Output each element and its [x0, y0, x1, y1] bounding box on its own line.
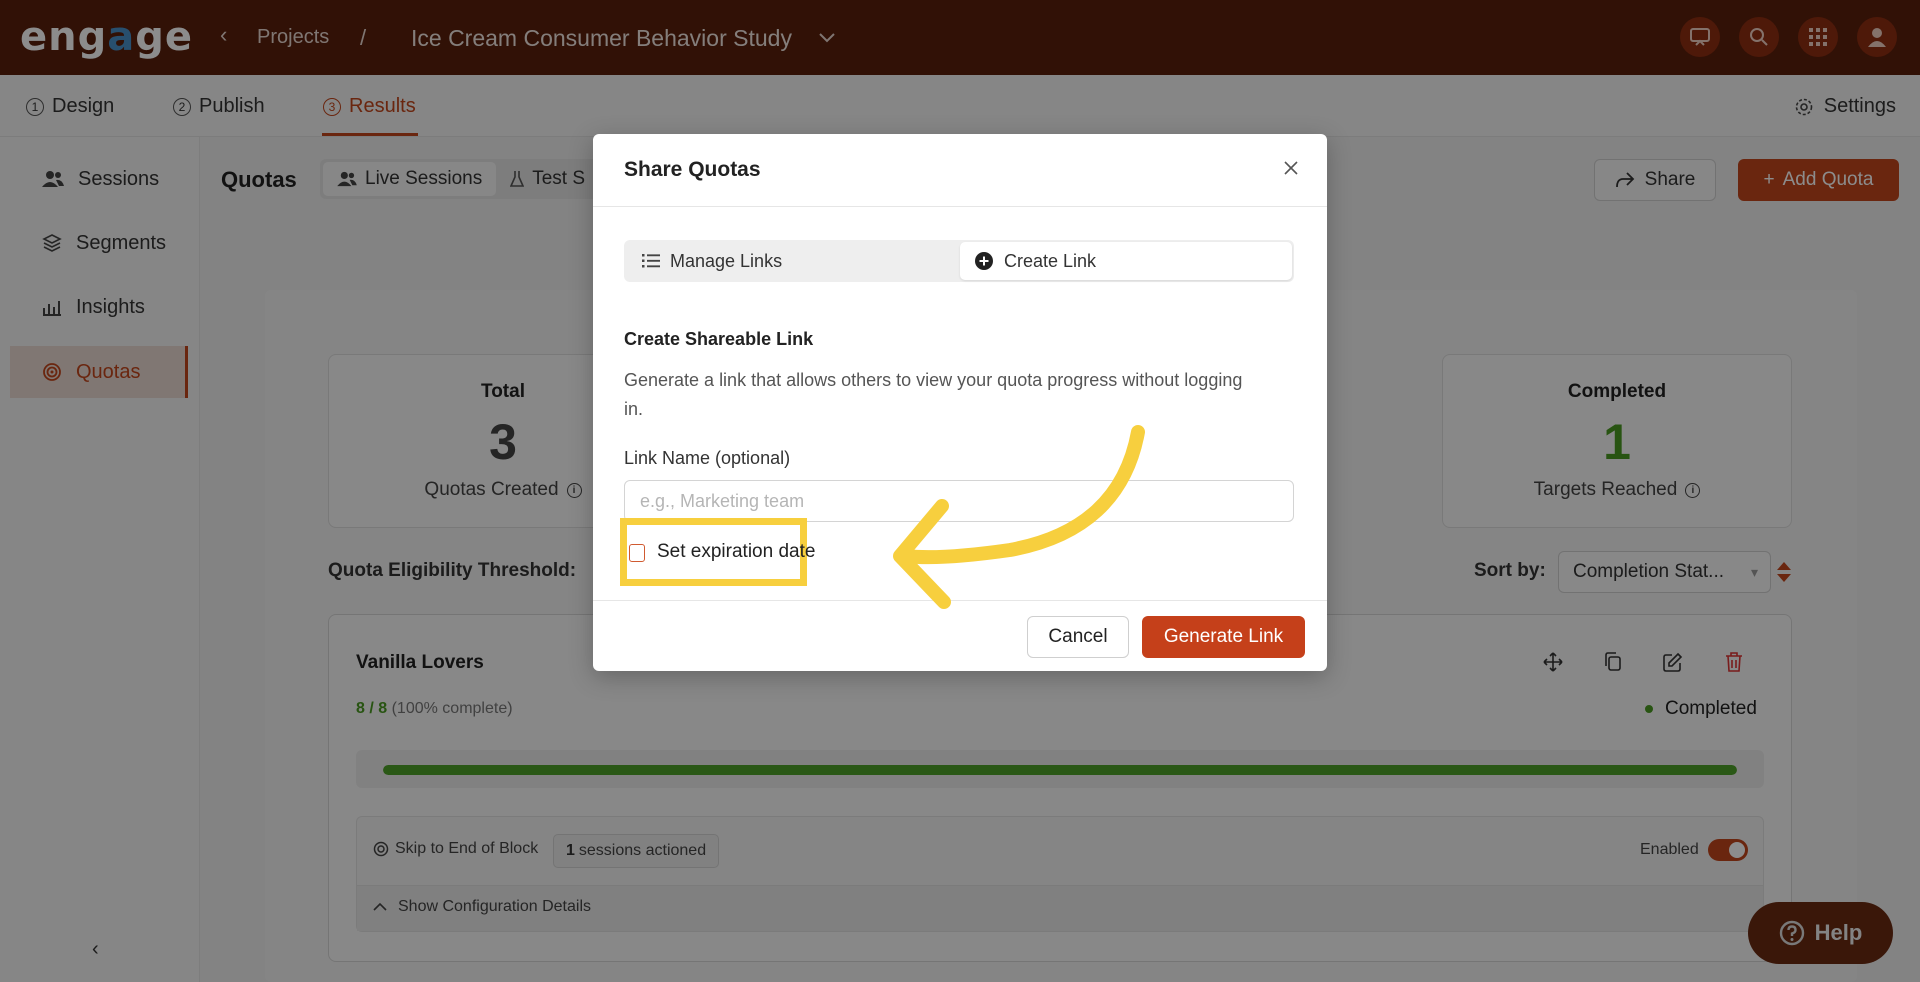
- modal-title: Share Quotas: [624, 158, 761, 181]
- section-description: Generate a link that allows others to vi…: [624, 370, 1243, 419]
- tab-label: Manage Links: [670, 250, 783, 271]
- cancel-button[interactable]: Cancel: [1027, 616, 1129, 658]
- section-heading: Create Shareable Link: [624, 329, 814, 349]
- modal-tabs: Manage Links Create Link: [624, 240, 1294, 282]
- expiration-checkbox[interactable]: [629, 544, 645, 562]
- link-name-label: Link Name (optional): [624, 448, 791, 468]
- tab-manage-links[interactable]: Manage Links: [642, 240, 782, 282]
- divider: [593, 206, 1327, 207]
- tab-label: Create Link: [1004, 250, 1097, 271]
- tab-create-link[interactable]: Create Link: [960, 242, 1292, 280]
- list-icon: [642, 254, 660, 268]
- expiration-label[interactable]: Set expiration date: [657, 541, 815, 563]
- annotation-arrow-icon: [893, 425, 1145, 609]
- plus-circle-icon: [975, 252, 993, 270]
- generate-link-button[interactable]: Generate Link: [1142, 616, 1305, 658]
- close-icon[interactable]: [1281, 158, 1301, 178]
